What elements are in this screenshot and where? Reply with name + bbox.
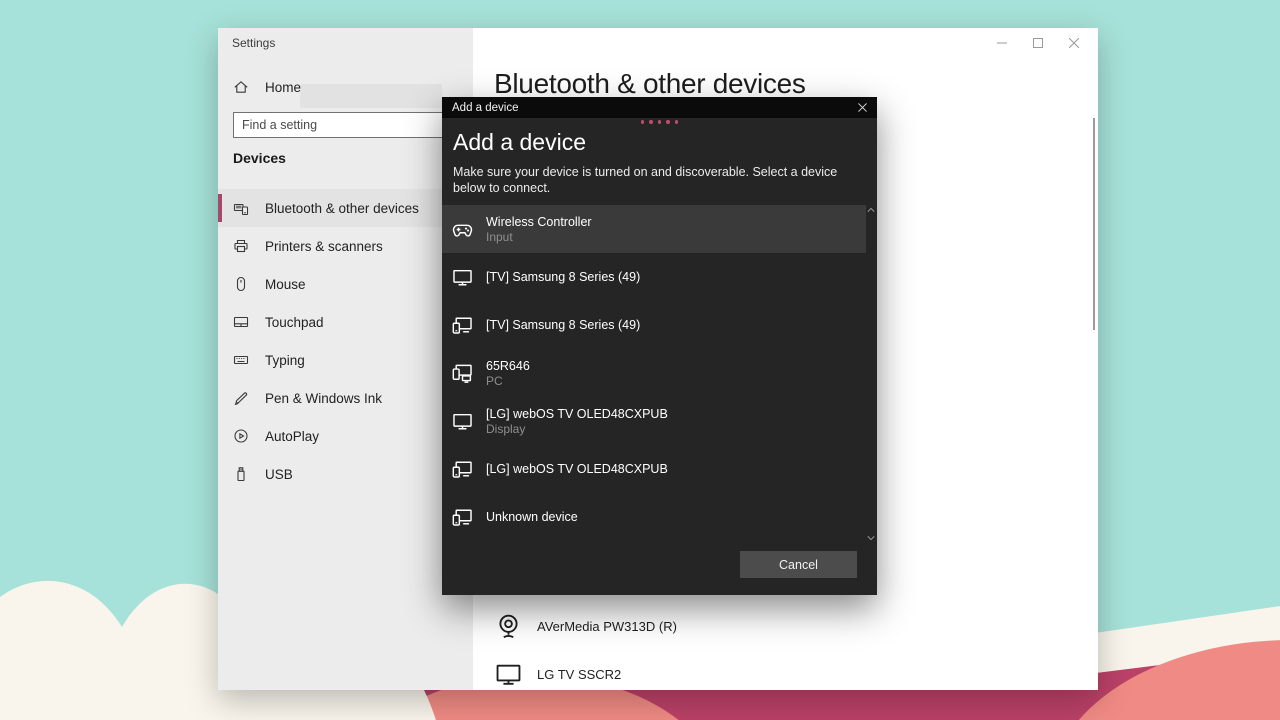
cancel-button[interactable]: Cancel: [740, 551, 857, 578]
device-name: [LG] webOS TV OLED48CXPUB: [486, 462, 668, 477]
cast-icon: [452, 459, 473, 480]
device-name: 65R646: [486, 359, 530, 374]
mouse-icon: [233, 276, 249, 292]
device-text: Wireless Controller Input: [486, 215, 592, 244]
sidebar-item-label: Bluetooth & other devices: [265, 201, 419, 216]
device-text: [TV] Samsung 8 Series (49): [486, 270, 640, 285]
printer-icon: [233, 238, 249, 254]
page-scrollbar-thumb[interactable]: [1093, 118, 1095, 330]
progress-dots: [442, 120, 877, 124]
pen-icon: [233, 390, 249, 406]
sidebar-item-mouse[interactable]: Mouse: [218, 265, 473, 303]
gamepad-icon: [452, 219, 473, 240]
dialog-titlebar: Add a device: [442, 97, 877, 118]
minimize-button[interactable]: [984, 28, 1020, 58]
usb-icon: [233, 466, 249, 482]
webcam-icon: [495, 613, 522, 640]
search-box: [233, 112, 457, 138]
sidebar-item-bluetooth-other-devices[interactable]: Bluetooth & other devices: [218, 189, 473, 227]
device-row[interactable]: Wireless Controller Input: [442, 205, 866, 253]
window-caption-buttons: [984, 28, 1092, 58]
device-name: [TV] Samsung 8 Series (49): [486, 270, 640, 285]
device-text: 65R646 PC: [486, 359, 530, 388]
close-button[interactable]: [1056, 28, 1092, 58]
page-title: Bluetooth & other devices: [494, 68, 806, 100]
device-name: Wireless Controller: [486, 215, 592, 230]
maximize-icon: [1033, 38, 1043, 48]
device-row[interactable]: 65R646 PC: [442, 349, 866, 397]
sidebar-item-label: AutoPlay: [265, 429, 319, 444]
minimize-icon: [997, 38, 1007, 48]
sidebar-item-label: Touchpad: [265, 315, 324, 330]
touchpad-icon: [233, 314, 249, 330]
sidebar-item-label: Typing: [265, 353, 305, 368]
sidebar-section-header: Devices: [233, 150, 286, 166]
close-icon: [1069, 38, 1079, 48]
device-row[interactable]: [TV] Samsung 8 Series (49): [442, 253, 866, 301]
search-input[interactable]: [234, 113, 456, 137]
dialog-description: Make sure your device is turned on and d…: [453, 164, 853, 196]
paired-device-row[interactable]: AVerMedia PW313D (R): [495, 603, 677, 649]
home-icon: [233, 79, 249, 95]
scroll-down-button[interactable]: [866, 533, 876, 543]
maximize-button[interactable]: [1020, 28, 1056, 58]
monitor-icon: [452, 411, 473, 432]
selected-accent-bar: [218, 194, 222, 222]
sidebar-item-touchpad[interactable]: Touchpad: [218, 303, 473, 341]
device-name: Unknown device: [486, 510, 578, 525]
sidebar-item-label: USB: [265, 467, 293, 482]
sidebar-item-usb[interactable]: USB: [218, 455, 473, 493]
sidebar-item-autoplay[interactable]: AutoPlay: [218, 417, 473, 455]
autoplay-icon: [233, 428, 249, 444]
sidebar-item-printers-scanners[interactable]: Printers & scanners: [218, 227, 473, 265]
discovered-device-list: Wireless Controller Input [TV] Samsung 8…: [442, 205, 877, 543]
device-row[interactable]: [TV] Samsung 8 Series (49): [442, 301, 866, 349]
device-type: Input: [486, 230, 592, 244]
sidebar-item-typing[interactable]: Typing: [218, 341, 473, 379]
add-device-dialog: Add a device Add a device Make sure your…: [442, 97, 877, 595]
device-name: LG TV SSCR2: [537, 667, 621, 682]
sidebar-item-pen-windows-ink[interactable]: Pen & Windows Ink: [218, 379, 473, 417]
device-row[interactable]: Unknown device: [442, 493, 866, 541]
dialog-close-button[interactable]: [847, 97, 877, 118]
sidebar-item-label: Pen & Windows Ink: [265, 391, 382, 406]
sidebar-item-label: Home: [265, 80, 301, 95]
scroll-up-button[interactable]: [866, 205, 876, 215]
monitor-icon: [452, 267, 473, 288]
settings-sidebar: Settings Home Devices Bluetooth & other …: [218, 28, 473, 690]
keyboard-icon: [233, 352, 249, 368]
device-row[interactable]: [LG] webOS TV OLED48CXPUB: [442, 445, 866, 493]
dialog-heading: Add a device: [453, 129, 586, 156]
close-icon: [858, 103, 867, 112]
device-text: Unknown device: [486, 510, 578, 525]
bluetooth-devices-icon: [233, 200, 249, 216]
device-text: [LG] webOS TV OLED48CXPUB Display: [486, 407, 668, 436]
chevron-down-icon: [867, 534, 875, 542]
device-name: AVerMedia PW313D (R): [537, 619, 677, 634]
dialog-title: Add a device: [452, 102, 847, 114]
device-type: PC: [486, 374, 530, 388]
device-text: [LG] webOS TV OLED48CXPUB: [486, 462, 668, 477]
chevron-up-icon: [867, 206, 875, 214]
pc-icon: [452, 363, 473, 384]
sidebar-item-label: Printers & scanners: [265, 239, 383, 254]
monitor-icon: [495, 661, 522, 688]
paired-device-row[interactable]: LG TV SSCR2: [495, 651, 621, 697]
device-row[interactable]: [LG] webOS TV OLED48CXPUB Display: [442, 397, 866, 445]
sidebar-item-label: Mouse: [265, 277, 306, 292]
cast-icon: [452, 315, 473, 336]
device-text: [TV] Samsung 8 Series (49): [486, 318, 640, 333]
sidebar-item-home[interactable]: Home: [218, 72, 473, 102]
device-name: [TV] Samsung 8 Series (49): [486, 318, 640, 333]
device-name: [LG] webOS TV OLED48CXPUB: [486, 407, 668, 422]
cast-icon: [452, 507, 473, 528]
window-title: Settings: [232, 36, 275, 50]
device-type: Display: [486, 422, 668, 436]
